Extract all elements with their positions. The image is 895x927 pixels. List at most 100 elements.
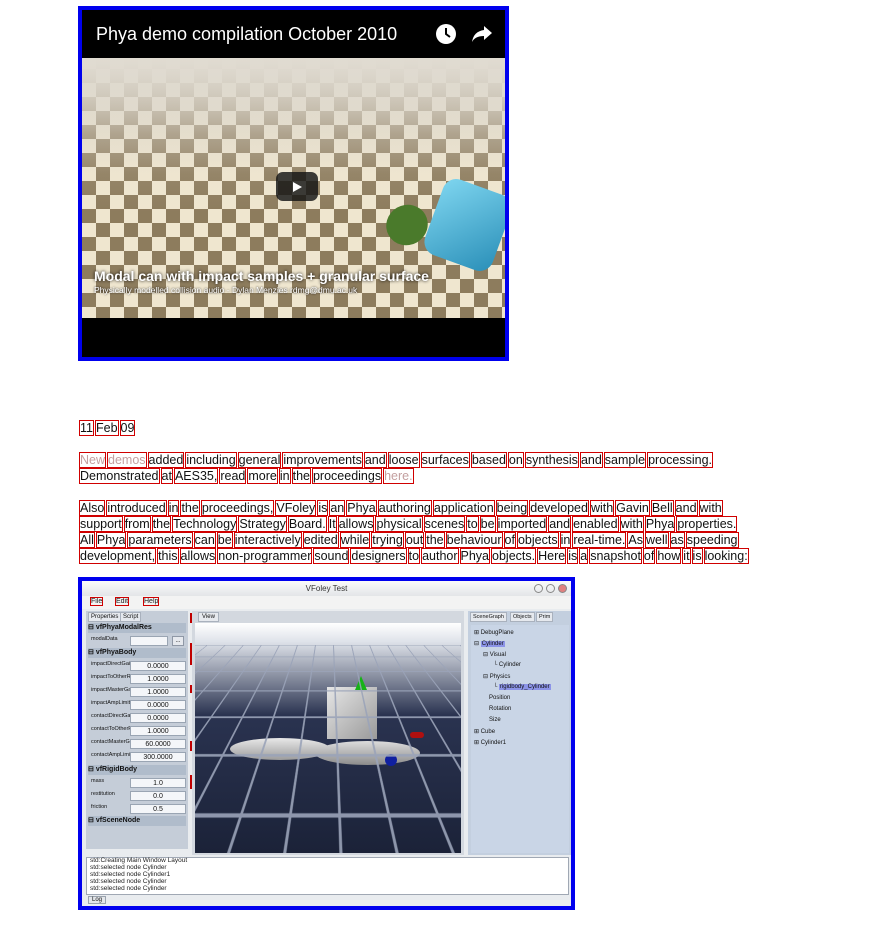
date-month: Feb	[95, 420, 119, 436]
tab-script[interactable]: Script	[120, 612, 142, 622]
cylinder-object[interactable]	[230, 738, 330, 760]
browse-button[interactable]: ...	[172, 636, 184, 646]
tree-label: Rotation	[489, 706, 512, 712]
property-value-field[interactable]: 0.5	[130, 804, 186, 814]
property-row: contactAmpLimit 300.0000	[88, 751, 186, 763]
word: is	[691, 548, 703, 564]
scenegraph-panel: SceneGraph Objects Prim ⊞ DebugPlane ⊟ C…	[468, 611, 571, 855]
property-label: impactToOtherResGain	[91, 674, 149, 680]
close-icon[interactable]	[558, 584, 567, 593]
word: this	[157, 548, 179, 564]
property-value-field[interactable]: 1.0000	[130, 687, 186, 697]
tree-item-cube[interactable]: ⊞ Cube	[474, 728, 495, 735]
word: Phya	[346, 500, 377, 516]
word: to	[466, 516, 479, 532]
word: including	[185, 452, 237, 468]
play-icon	[293, 181, 302, 192]
word: behaviour	[445, 532, 503, 548]
word: improvements	[282, 452, 363, 468]
property-value-field[interactable]: 0.0000	[130, 700, 186, 710]
clock-icon[interactable]	[433, 21, 459, 47]
modal-data-select[interactable]	[130, 636, 168, 646]
tree-label: rigidbody_Cylinder	[498, 684, 551, 690]
video-embed[interactable]: Phya demo compilation October 2010 Modal…	[78, 6, 509, 361]
word: in	[167, 500, 180, 516]
tree-item-visual[interactable]: ⊟ Visual	[483, 651, 506, 658]
word: more	[247, 468, 278, 484]
word: introduced	[106, 500, 167, 516]
tab-view[interactable]: View	[198, 612, 219, 622]
word: from	[123, 516, 151, 532]
share-icon[interactable]	[469, 21, 495, 47]
tree-item-rigidbody[interactable]: └ rigidbody_Cylinder	[493, 684, 551, 690]
word: Gavin	[615, 500, 650, 516]
tree-item-debugplane[interactable]: ⊞ DebugPlane	[474, 629, 514, 636]
tab-properties[interactable]: Properties	[88, 612, 122, 622]
tree-item-size[interactable]: Size	[489, 717, 501, 723]
section-body[interactable]: ⊟ vfPhyaBody	[88, 648, 186, 658]
tree-item-cylinder1[interactable]: ⊞ Cylinder1	[474, 739, 506, 746]
property-value-field[interactable]: 300.0000	[130, 752, 186, 762]
text-link[interactable]: demos	[107, 452, 147, 468]
cylinder1-object[interactable]	[315, 741, 420, 765]
word: processing.	[647, 452, 714, 468]
tab-objects[interactable]: Objects	[510, 612, 535, 622]
word: read	[219, 468, 247, 484]
section-rigid[interactable]: ⊟ vfRigidBody	[88, 765, 186, 775]
property-label: impactDirectGain	[91, 661, 134, 667]
play-button[interactable]	[276, 172, 318, 201]
window-title: VFoley Test	[82, 581, 571, 596]
tab-scenegraph[interactable]: SceneGraph	[470, 612, 507, 622]
tree-item-visual-cylinder[interactable]: └ Cylinder	[493, 662, 521, 668]
minimize-icon[interactable]	[534, 584, 543, 593]
section-modal[interactable]: ⊟ vfPhyaModalRes	[88, 623, 186, 633]
log-line: std:Creating Main Window Layout	[90, 857, 188, 864]
property-value-field[interactable]: 60.0000	[130, 739, 186, 749]
property-value-field[interactable]: 0.0	[130, 791, 186, 801]
video-title[interactable]: Phya demo compilation October 2010	[96, 24, 433, 45]
word: AES35,	[173, 468, 219, 484]
gizmo-arrow-icon[interactable]	[355, 676, 367, 690]
tree-item-rotation[interactable]: Rotation	[489, 706, 511, 712]
word: allows	[179, 548, 217, 564]
word: sound	[313, 548, 350, 564]
word: As	[627, 532, 644, 548]
gizmo-ball-icon[interactable]	[385, 754, 397, 766]
property-row: contactDirectGain 0.0000	[88, 712, 186, 724]
word: real-time.	[572, 532, 627, 548]
property-value-field[interactable]: 1.0000	[130, 674, 186, 684]
property-row: contactToOtherResGain 1.0000	[88, 725, 186, 737]
text-link[interactable]: here.	[383, 468, 414, 484]
3d-viewport[interactable]	[195, 623, 461, 853]
tree-item-cylinder[interactable]: ⊟ Cylinder	[474, 640, 505, 647]
section-scene[interactable]: ⊟ vfSceneNode	[88, 816, 186, 826]
tree-label: Size	[489, 717, 501, 723]
property-row: mass 1.0	[88, 777, 186, 789]
menu-help[interactable]: Help	[142, 597, 160, 606]
tree-item-position[interactable]: Position	[489, 695, 510, 701]
gizmo-red-handle[interactable]	[410, 732, 424, 738]
maximize-icon[interactable]	[546, 584, 555, 593]
property-value-field[interactable]: 1.0	[130, 778, 186, 788]
property-value-field[interactable]: 0.0000	[130, 661, 186, 671]
log-panel[interactable]: std:Creating Main Window Layout std:selec…	[86, 857, 569, 895]
tab-log[interactable]: Log	[88, 896, 107, 904]
menu-file[interactable]: File	[89, 597, 104, 606]
text-link[interactable]: New	[78, 452, 107, 468]
date-day: 11	[79, 420, 94, 436]
word: to	[407, 548, 421, 564]
property-value-field[interactable]: 0.0000	[130, 713, 186, 723]
menu-edit[interactable]: Edit	[114, 597, 130, 606]
word: the	[425, 532, 445, 548]
cube-object[interactable]	[327, 687, 377, 739]
properties-panel: Properties Script ⊟ vfPhyaModalRes modal…	[86, 611, 188, 849]
word: objects	[516, 532, 559, 548]
property-label: contactDirectGain	[91, 713, 135, 719]
property-value-field[interactable]: 1.0000	[130, 726, 186, 736]
property-row: impactDirectGain 0.0000	[88, 660, 186, 672]
tree-item-physics[interactable]: ⊟ Physics	[483, 673, 510, 680]
word: Technology	[172, 516, 238, 532]
word: application	[432, 500, 495, 516]
tab-prim[interactable]: Prim	[536, 612, 554, 622]
tree-label: Cylinder	[480, 641, 505, 647]
